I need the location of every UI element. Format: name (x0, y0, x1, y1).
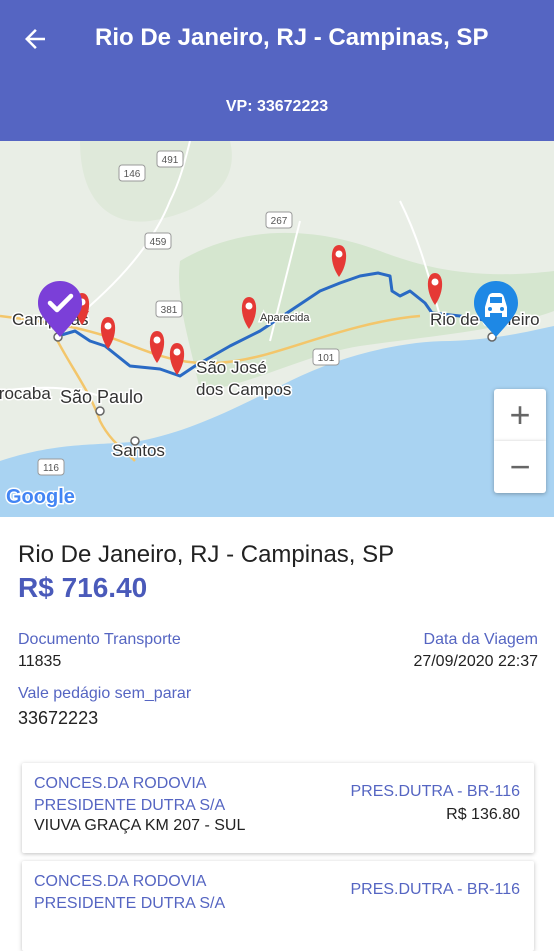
toll-card[interactable]: CONCES.DA RODOVIA PRESIDENTE DUTRA S/A V… (22, 763, 534, 853)
vp-value: 33672223 (18, 708, 99, 728)
map-canvas: 491 146 459 267 381 101 116 Campinas Rio… (0, 141, 554, 517)
doc-label: Documento Transporte (18, 631, 181, 648)
map-label-sjc-2: dos Campos (196, 380, 291, 399)
page-title: Rio De Janeiro, RJ - Campinas, SP (95, 24, 489, 51)
route-title: Rio De Janeiro, RJ - Campinas, SP (18, 541, 395, 568)
page-subtitle: VP: 33672223 (225, 98, 329, 115)
road-shield-459: 459 (144, 232, 172, 250)
vp-label: Vale pedágio sem_parar (18, 685, 192, 702)
toll-company: CONCES.DA RODOVIA PRESIDENTE DUTRA S/A (34, 775, 226, 814)
back-arrow-icon[interactable] (20, 24, 50, 54)
road-shield-146: 146 (118, 164, 146, 182)
map-label-aparecida: Aparecida (260, 312, 310, 324)
map-label-sao-paulo: São Paulo (60, 387, 143, 407)
zoom-in-button[interactable]: + (494, 389, 546, 441)
forest-area (80, 141, 232, 222)
toll-marker-icon[interactable] (149, 331, 165, 363)
toll-marker-icon[interactable] (169, 343, 185, 375)
road-shield-116: 116 (37, 458, 65, 476)
doc-value: 11835 (18, 653, 62, 670)
svg-text:381: 381 (161, 305, 178, 316)
svg-text:267: 267 (271, 216, 288, 227)
road-shield-101: 101 (312, 348, 340, 366)
google-logo: Google (6, 486, 75, 508)
app-bar: Rio De Janeiro, RJ - Campinas, SP VP: 33… (0, 0, 554, 141)
date-label: Data da Viagem (423, 631, 538, 648)
svg-text:459: 459 (150, 237, 167, 248)
zoom-out-button[interactable]: − (494, 441, 546, 493)
route-map[interactable]: 491 146 459 267 381 101 116 Campinas Rio… (0, 141, 554, 517)
svg-text:491: 491 (162, 155, 179, 166)
toll-road: PRES.DUTRA - BR-116 (350, 881, 520, 898)
toll-place: VIUVA GRAÇA KM 207 - SUL (34, 817, 246, 834)
city-dot (130, 436, 140, 446)
toll-card[interactable]: CONCES.DA RODOVIA PRESIDENTE DUTRA S/A P… (22, 861, 534, 951)
road-shield-491: 491 (156, 150, 184, 168)
map-label-sorocaba: Sorocaba (0, 384, 51, 403)
svg-text:116: 116 (43, 463, 59, 474)
road-shield-267: 267 (265, 211, 293, 229)
toll-company: CONCES.DA RODOVIA PRESIDENTE DUTRA S/A (34, 873, 226, 912)
svg-text:101: 101 (318, 353, 335, 364)
toll-value: R$ 136.80 (446, 806, 520, 823)
map-label-sjc-1: São José (196, 358, 267, 377)
svg-text:146: 146 (124, 169, 141, 180)
road-shield-381: 381 (155, 300, 183, 318)
toll-road: PRES.DUTRA - BR-116 (350, 783, 520, 800)
total-amount: R$ 716.40 (18, 572, 148, 603)
date-value: 27/09/2020 22:37 (413, 653, 538, 670)
city-dot (95, 406, 105, 416)
